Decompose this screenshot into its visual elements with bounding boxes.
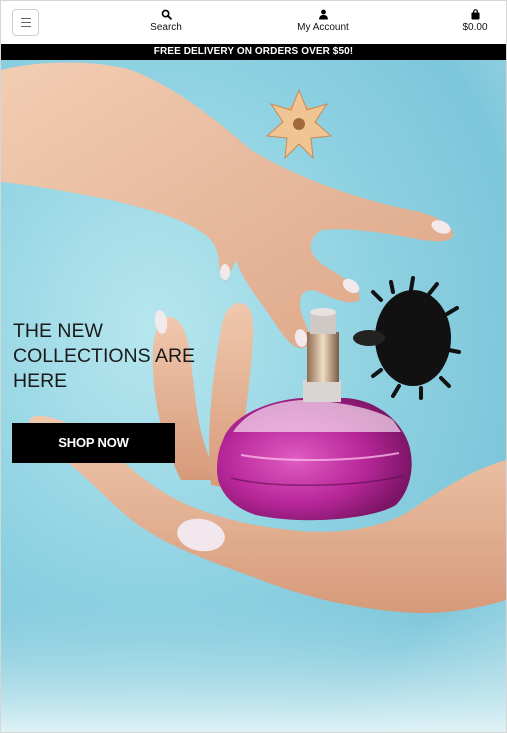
hero-banner: THE NEW COLLECTIONS ARE HERE SHOP NOW bbox=[1, 60, 506, 732]
hero-title: THE NEW COLLECTIONS ARE HERE bbox=[13, 320, 196, 392]
page-frame: Search My Account $0.00 FREE DELIVERY ON… bbox=[0, 0, 507, 733]
shopping-bag-icon bbox=[470, 9, 480, 20]
user-icon bbox=[318, 9, 328, 20]
tassel-decoration bbox=[353, 276, 461, 400]
cart-total: $0.00 bbox=[462, 22, 488, 33]
search-label: Search bbox=[150, 22, 182, 33]
site-header: Search My Account $0.00 bbox=[1, 1, 506, 44]
account-label: My Account bbox=[297, 22, 349, 33]
shop-now-button[interactable]: SHOP NOW bbox=[12, 423, 175, 463]
menu-button[interactable] bbox=[12, 9, 39, 36]
hero-image bbox=[1, 62, 506, 732]
promo-banner: FREE DELIVERY ON ORDERS OVER $50! bbox=[1, 44, 506, 60]
perfume-bottle bbox=[217, 276, 461, 521]
ring-decoration bbox=[265, 88, 333, 160]
cart-link[interactable]: $0.00 bbox=[459, 9, 491, 34]
search-link[interactable]: Search bbox=[149, 9, 183, 34]
account-link[interactable]: My Account bbox=[293, 9, 353, 34]
search-icon bbox=[161, 9, 172, 20]
hamburger-icon bbox=[21, 18, 31, 27]
